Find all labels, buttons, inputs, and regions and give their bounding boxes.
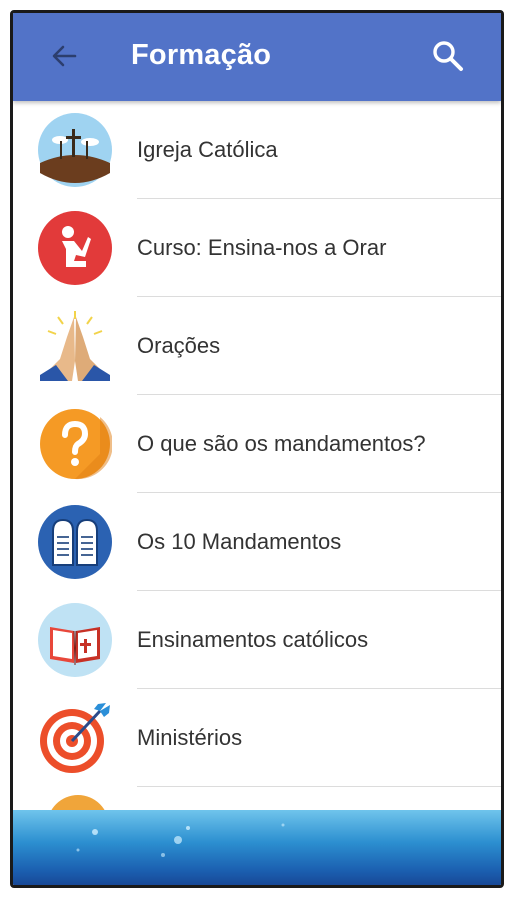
- list-item[interactable]: Igreja Católica: [13, 101, 501, 199]
- list-item[interactable]: O que são os mandamentos?: [13, 395, 501, 493]
- list-item-label: Orações: [137, 333, 221, 358]
- list-item-label: O que são os mandamentos?: [137, 431, 426, 456]
- app-bar: Formação: [13, 13, 501, 101]
- calvary-cross-icon: [38, 113, 112, 187]
- list-item[interactable]: Os 10 Mandamentos: [13, 493, 501, 591]
- list-item[interactable]: Curso: Ensina-nos a Orar: [13, 199, 501, 297]
- bible-book-icon: [38, 603, 112, 677]
- menu-list: Igreja Católica Curso: Ensina-nos a Orar: [13, 101, 501, 787]
- list-item-label: Ministérios: [137, 725, 243, 750]
- page-title: Formação: [131, 39, 272, 71]
- kneeling-prayer-icon: [38, 211, 112, 285]
- praying-hands-icon: [40, 311, 110, 381]
- list-item[interactable]: Ensinamentos católicos: [13, 591, 501, 689]
- list-item[interactable]: Orações: [13, 297, 501, 395]
- target-arrow-icon: [40, 703, 110, 773]
- arrow-left-icon[interactable]: [49, 41, 79, 71]
- search-icon[interactable]: [431, 39, 465, 73]
- stone-tablets-icon: [38, 505, 112, 579]
- list-item-label: Curso: Ensina-nos a Orar: [137, 235, 387, 260]
- water-bubbles-icon: [76, 823, 285, 857]
- water-banner: [13, 810, 501, 885]
- list-item-label: Ensinamentos católicos: [137, 627, 369, 652]
- list-item-label: Igreja Católica: [137, 137, 278, 162]
- list-item-label: Os 10 Mandamentos: [137, 529, 342, 554]
- divider: [137, 786, 501, 787]
- question-mark-icon: [40, 409, 112, 480]
- phone-frame: Formação Igreja Católica Curso: Ensina-n…: [10, 10, 504, 888]
- list-item[interactable]: Ministérios: [13, 689, 501, 787]
